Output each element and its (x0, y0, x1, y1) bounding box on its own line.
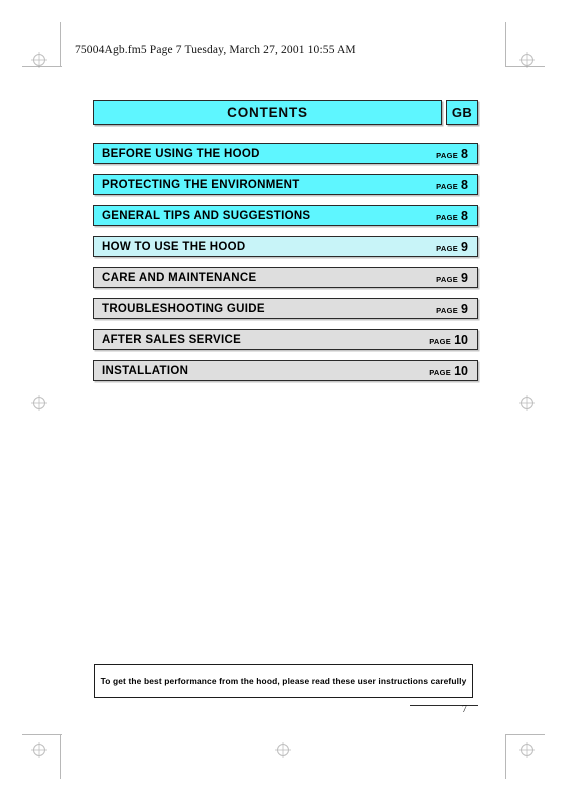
toc-entry-page-number: 10 (454, 332, 468, 347)
language-code-label: GB (451, 105, 473, 120)
page-number-rule (410, 705, 478, 706)
registration-mark-bottom-right (518, 741, 536, 759)
toc-entry-page-number: 8 (461, 146, 468, 161)
toc-entry-page-word: PAGE (436, 274, 459, 284)
language-code-badge: GB (446, 100, 478, 125)
registration-mark-top-left (30, 51, 48, 69)
crop-line-bottom-right (505, 734, 545, 735)
toc-entry-page-reference: PAGE 9 (436, 302, 477, 316)
toc-entry-page-number: 10 (454, 363, 468, 378)
toc-entry-page-word: PAGE (436, 212, 459, 222)
file-info-header: 75004Agb.fm5 Page 7 Tuesday, March 27, 2… (75, 44, 356, 56)
toc-entry-page-reference: PAGE 8 (436, 178, 477, 192)
toc-entry[interactable]: CARE AND MAINTENANCE PAGE 9 (93, 267, 478, 288)
toc-entry-label: PROTECTING THE ENVIRONMENT (102, 178, 300, 191)
toc-entry-page-word: PAGE (429, 336, 452, 346)
registration-mark-top-right (518, 51, 536, 69)
crop-line-right-top (505, 22, 506, 66)
toc-entry-page-word: PAGE (436, 305, 459, 315)
toc-entry[interactable]: BEFORE USING THE HOOD PAGE 8 (93, 143, 478, 164)
user-instructions-notice: To get the best performance from the hoo… (94, 664, 473, 698)
contents-title-bar: CONTENTS (93, 100, 442, 125)
toc-entry-page-number: 8 (461, 208, 468, 223)
toc-entry-label: AFTER SALES SERVICE (102, 333, 242, 346)
toc-entry-page-reference: PAGE 9 (436, 240, 477, 254)
toc-entry-page-reference: PAGE 8 (436, 147, 477, 161)
toc-entry-page-word: PAGE (436, 181, 459, 191)
crop-line-right-bottom (505, 735, 506, 779)
page-title: CONTENTS (227, 105, 308, 120)
toc-entry-page-word: PAGE (436, 243, 459, 253)
page-number: 7 (462, 704, 467, 715)
toc-entry[interactable]: AFTER SALES SERVICE PAGE 10 (93, 329, 478, 350)
toc-entry-page-number: 9 (461, 239, 468, 254)
toc-entry-label: TROUBLESHOOTING GUIDE (102, 302, 265, 315)
toc-entry-list: BEFORE USING THE HOOD PAGE 8 PROTECTING THE… (93, 143, 478, 381)
toc-entry[interactable]: HOW TO USE THE HOOD PAGE 9 (93, 236, 478, 257)
toc-entry-page-word: PAGE (436, 150, 459, 160)
toc-entry-page-reference: PAGE 8 (436, 209, 477, 223)
toc-entry-label: HOW TO USE THE HOOD (102, 240, 246, 253)
toc-entry-label: GENERAL TIPS AND SUGGESTIONS (102, 209, 311, 222)
registration-mark-middle-right (518, 394, 536, 412)
registration-mark-bottom-center (274, 741, 292, 759)
toc-entry[interactable]: GENERAL TIPS AND SUGGESTIONS PAGE 8 (93, 205, 478, 226)
crop-line-left-top (60, 22, 61, 66)
toc-entry-page-reference: PAGE 10 (429, 333, 477, 347)
toc-entry-page-number: 9 (461, 301, 468, 316)
toc-entry[interactable]: PROTECTING THE ENVIRONMENT PAGE 8 (93, 174, 478, 195)
crop-line-bottom-left (22, 734, 62, 735)
toc-entry[interactable]: INSTALLATION PAGE 10 (93, 360, 478, 381)
toc-entry[interactable]: TROUBLESHOOTING GUIDE PAGE 9 (93, 298, 478, 319)
toc-entry-page-reference: PAGE 9 (436, 271, 477, 285)
toc-entry-page-word: PAGE (429, 367, 452, 377)
crop-line-left-bottom (60, 735, 61, 779)
user-instructions-notice-text: To get the best performance from the hoo… (100, 676, 467, 686)
registration-mark-middle-left (30, 394, 48, 412)
toc-entry-page-reference: PAGE 10 (429, 364, 477, 378)
toc-entry-label: CARE AND MAINTENANCE (102, 271, 257, 284)
toc-entry-label: INSTALLATION (102, 364, 189, 377)
toc-entry-label: BEFORE USING THE HOOD (102, 147, 260, 160)
toc-entry-page-number: 9 (461, 270, 468, 285)
toc-entry-page-number: 8 (461, 177, 468, 192)
registration-mark-bottom-left (30, 741, 48, 759)
contents-title-row: CONTENTS GB (93, 100, 478, 125)
table-of-contents: CONTENTS GB BEFORE USING THE HOOD PAGE 8 PR… (93, 100, 478, 391)
